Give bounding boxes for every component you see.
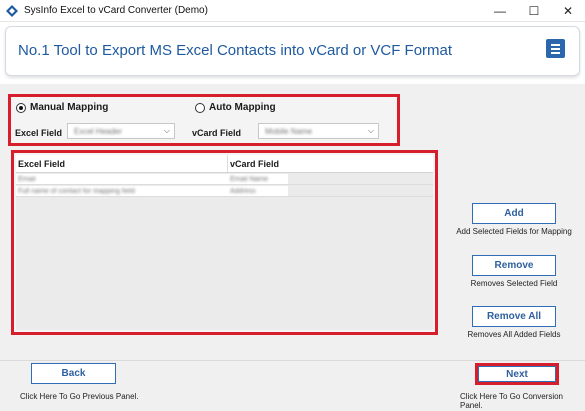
auto-mapping-label: Auto Mapping bbox=[209, 102, 276, 113]
next-caption: Click Here To Go Conversion Panel. bbox=[460, 392, 564, 410]
next-button[interactable]: Next bbox=[478, 366, 556, 382]
grid-header: Excel Field vCard Field bbox=[16, 155, 433, 173]
title-bar: SysInfo Excel to vCard Converter (Demo) … bbox=[0, 0, 585, 22]
window-title: SysInfo Excel to vCard Converter (Demo) bbox=[24, 5, 208, 16]
mapping-options-box: Manual Mapping Auto Mapping Excel Field … bbox=[8, 94, 400, 146]
table-row[interactable]: Full name of contact for mapping field A… bbox=[16, 186, 433, 197]
vcard-field-dropdown[interactable]: Mobile Name ⌵ bbox=[258, 123, 379, 139]
vcard-field-value: Mobile Name bbox=[265, 126, 313, 136]
remove-caption: Removes Selected Field bbox=[470, 279, 558, 288]
close-icon[interactable]: ✕ bbox=[551, 0, 585, 22]
remove-button[interactable]: Remove bbox=[472, 255, 556, 276]
table-cell: Email bbox=[18, 175, 36, 183]
table-cell: Full name of contact for mapping field bbox=[18, 187, 135, 195]
mapping-grid[interactable]: Excel Field vCard Field Email Email Name… bbox=[16, 155, 433, 330]
auto-mapping-option[interactable]: Auto Mapping bbox=[195, 102, 276, 113]
mapping-grid-box: Excel Field vCard Field Email Email Name… bbox=[11, 150, 438, 335]
column-header-vcard-field[interactable]: vCard Field bbox=[228, 155, 279, 172]
manual-mapping-option[interactable]: Manual Mapping bbox=[16, 102, 108, 113]
page-title: No.1 Tool to Export MS Excel Contacts in… bbox=[18, 42, 453, 59]
header-banner: No.1 Tool to Export MS Excel Contacts in… bbox=[5, 26, 580, 76]
excel-field-dropdown[interactable]: Excel Header ⌵ bbox=[67, 123, 175, 139]
back-button[interactable]: Back bbox=[31, 363, 116, 384]
manual-mapping-label: Manual Mapping bbox=[30, 102, 109, 113]
app-logo-icon bbox=[6, 4, 18, 17]
chevron-down-icon: ⌵ bbox=[367, 126, 374, 135]
excel-field-label: Excel Field bbox=[15, 128, 63, 138]
vcard-field-label: vCard Field bbox=[192, 128, 242, 138]
table-row[interactable]: Email Email Name bbox=[16, 174, 433, 185]
remove-all-caption: Removes All Added Fields bbox=[467, 330, 561, 339]
excel-field-value: Excel Header bbox=[74, 126, 123, 136]
hamburger-menu-icon[interactable] bbox=[546, 39, 565, 58]
window-controls: — ☐ ✕ bbox=[483, 0, 585, 22]
chevron-down-icon: ⌵ bbox=[163, 126, 170, 135]
manual-mapping-radio[interactable] bbox=[16, 102, 26, 113]
add-caption: Add Selected Fields for Mapping bbox=[456, 227, 572, 236]
add-button[interactable]: Add bbox=[472, 203, 556, 224]
column-header-excel-field[interactable]: Excel Field bbox=[16, 155, 228, 172]
maximize-icon[interactable]: ☐ bbox=[517, 0, 551, 22]
minimize-icon[interactable]: — bbox=[483, 0, 517, 22]
auto-mapping-radio[interactable] bbox=[195, 102, 205, 113]
table-cell: Email Name bbox=[230, 175, 269, 183]
back-caption: Click Here To Go Previous Panel. bbox=[20, 392, 139, 401]
table-cell: Address bbox=[230, 187, 256, 195]
remove-all-button[interactable]: Remove All bbox=[472, 306, 556, 327]
